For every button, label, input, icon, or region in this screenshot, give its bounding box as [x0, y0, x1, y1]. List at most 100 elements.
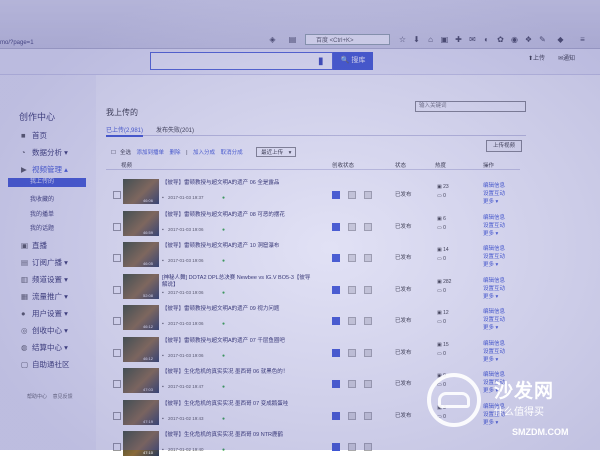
sidebar-item-traffic[interactable]: ▦ 流量推广 ▾ [21, 291, 68, 302]
video-thumbnail[interactable]: 46:05 [123, 242, 159, 267]
revenue-toggle[interactable] [364, 191, 372, 199]
video-title-link[interactable]: 【彼导】雷顿教授与超文明A的遗产 10 洞窟瀑布 [162, 243, 312, 250]
sidebar-item-settlement[interactable]: ◍ 结算中心 ▾ [21, 342, 68, 353]
sidebar-sub-my-uploads[interactable]: 我上传的 [8, 178, 86, 187]
row-checkbox[interactable] [113, 254, 121, 262]
download-icon[interactable]: ⬇ [412, 36, 421, 44]
revenue-toggle[interactable] [348, 222, 356, 231]
video-title-link[interactable]: 【彼导】雷顿教授与超文明A的遗产 08 可恶的摆花 [162, 212, 312, 219]
keyword-filter-input[interactable]: 输入关键词 [415, 101, 526, 112]
interaction-settings-link[interactable]: 设置互动 [483, 284, 505, 292]
revenue-toggle[interactable] [364, 254, 372, 262]
revenue-toggle[interactable] [348, 317, 356, 325]
table-row[interactable]: 47:10 【彼导】生化危机的真实实况 墨西哥 09 NTR鹿鹤 ▪ 2017-01-… [106, 430, 520, 459]
interaction-settings-link[interactable]: 设置互动 [483, 315, 505, 323]
interaction-settings-link[interactable]: 设置互动 [483, 221, 505, 229]
more-menu[interactable]: 更多 ▾ [483, 323, 498, 331]
edit-info-link[interactable]: 编辑信息 [483, 339, 505, 347]
sidebar-item-live[interactable]: ▣ 直播 [21, 240, 47, 251]
revenue-toggle[interactable] [348, 191, 356, 199]
row-checkbox[interactable] [113, 317, 121, 325]
sidebar-item-community[interactable]: ▢ 自助通社区 [21, 359, 70, 370]
edit-info-link[interactable]: 编辑信息 [483, 276, 505, 284]
video-title-link[interactable]: 【彼导】生化危机的真实实况 墨西哥 06 就黑色的！ [162, 369, 312, 376]
edit-info-link[interactable]: 编辑信息 [483, 213, 505, 221]
interaction-settings-link[interactable]: 设置互动 [483, 347, 505, 355]
more-menu[interactable]: 更多 ▾ [483, 355, 498, 363]
row-checkbox[interactable] [113, 191, 121, 199]
search-input[interactable] [150, 52, 333, 70]
video-title-link[interactable]: 【彼导】雷顿教授与超文明A的遗产 07 千层鱼圈吧 [162, 338, 312, 345]
video-title-link[interactable]: 【彼导】生化危机的真实实况 墨西哥 09 NTR鹿鹤 [162, 432, 312, 439]
table-row[interactable]: 46:59 【彼导】雷顿教授与超文明A的遗产 08 可恶的摆花 ▪ 2017-01-0… [106, 210, 520, 239]
table-row[interactable]: 52:08 [神秘人舞] DOTA2 DPL总决赛 Newbee vs IG.V … [106, 273, 520, 302]
row-checkbox[interactable] [113, 222, 121, 231]
revenue-toggle[interactable] [364, 348, 372, 357]
interaction-settings-link[interactable]: 设置互动 [483, 252, 505, 260]
extension-icon[interactable]: ◆ [556, 36, 565, 44]
select-all-label[interactable]: 全选 [120, 150, 131, 156]
video-thumbnail[interactable]: 47:19 [123, 399, 159, 425]
sidebar-sub-topics[interactable]: 我的话题 [30, 223, 54, 232]
select-all-checkbox[interactable]: ☐ [111, 150, 116, 156]
table-row[interactable]: 46:05 【彼导】雷顿教授与超文明A的遗产 10 洞窟瀑布 ▪ 2017-01-03… [106, 241, 520, 270]
more-menu[interactable]: 更多 ▾ [483, 197, 498, 205]
delete-button[interactable]: 删除 [170, 150, 181, 156]
revenue-toggle[interactable] [332, 254, 340, 262]
cancel-category-button[interactable]: 取消分成 [221, 150, 243, 156]
sidebar-item-video-manage[interactable]: ▶ 视频管理 ▴ [21, 164, 68, 175]
extension-icon[interactable]: ❖ [524, 36, 533, 44]
row-checkbox[interactable] [113, 285, 121, 294]
reader-icon[interactable]: ▤ [288, 36, 297, 44]
revenue-toggle[interactable] [364, 380, 372, 388]
extension-icon[interactable]: ✿ [496, 36, 505, 44]
star-icon[interactable]: ☆ [398, 36, 407, 44]
video-title-link[interactable]: 【彼导】雷顿教授与超文明A的遗产 09 视力问题 [162, 306, 312, 313]
table-row[interactable]: 46:12 【彼导】雷顿教授与超文明A的遗产 09 视力问题 ▪ 2017-01-03… [106, 304, 520, 333]
more-menu[interactable]: 更多 ▾ [483, 260, 498, 268]
revenue-toggle[interactable] [332, 348, 340, 357]
video-thumbnail[interactable]: 46:59 [123, 210, 159, 236]
table-row[interactable]: 46:06 【彼导】雷顿教授与超文明A的遗产 06 全是露品 ▪ 2017-01-03… [106, 178, 520, 207]
revenue-toggle[interactable] [364, 222, 372, 231]
notify-link[interactable]: ✉通知 [558, 53, 575, 62]
tab-publish-failed[interactable]: 发布失败(201) [156, 125, 194, 134]
help-link[interactable]: 帮助中心 [27, 394, 47, 400]
revenue-toggle[interactable] [348, 380, 356, 388]
video-title-link[interactable]: 【彼导】雷顿教授与超文明A的遗产 06 全是露品 [162, 180, 312, 187]
upload-video-button[interactable]: 上传视频 [486, 140, 522, 152]
menu-icon[interactable]: ≡ [578, 36, 587, 44]
revenue-toggle[interactable] [332, 380, 340, 388]
row-checkbox[interactable] [113, 348, 121, 357]
revenue-toggle[interactable] [332, 411, 340, 420]
more-menu[interactable]: 更多 ▾ [483, 229, 498, 237]
video-thumbnail[interactable]: 47:10 [123, 431, 159, 456]
revenue-toggle[interactable] [348, 348, 356, 357]
add-playlist-button[interactable]: 添加到播单 [136, 150, 164, 156]
revenue-toggle[interactable] [332, 317, 340, 325]
video-thumbnail[interactable]: 46:12 [123, 305, 159, 330]
shield-icon[interactable]: ◈ [268, 36, 277, 44]
video-thumbnail[interactable]: 46:12 [123, 336, 159, 362]
revenue-toggle[interactable] [348, 411, 356, 420]
extension-icon[interactable]: ✎ [538, 36, 547, 44]
more-menu[interactable]: 更多 ▾ [483, 418, 498, 426]
feedback-link[interactable]: 意见反馈 [53, 394, 73, 400]
video-title-link[interactable]: [神秘人舞] DOTA2 DPL总决赛 Newbee vs IG.V BO5-3… [162, 275, 312, 289]
revenue-toggle[interactable] [332, 285, 340, 294]
sidebar-item-broadcast[interactable]: ▤ 订阅广播 ▾ [21, 257, 68, 268]
video-thumbnail[interactable]: 52:08 [123, 273, 159, 299]
extension-icon[interactable]: ✉ [468, 36, 477, 44]
row-checkbox[interactable] [113, 380, 121, 388]
sidebar-item-home[interactable]: ■ 首页 [21, 130, 47, 141]
sort-select[interactable]: 最近上传 ▾ [256, 147, 297, 157]
search-button[interactable]: 🔍 搜库 [333, 52, 373, 70]
video-thumbnail[interactable]: 47:03 [123, 368, 159, 393]
extension-icon[interactable]: ✚ [454, 36, 463, 44]
edit-info-link[interactable]: 编辑信息 [483, 307, 505, 315]
sidebar-item-analytics[interactable]: ◔ 数据分析 ▾ [21, 147, 68, 158]
revenue-toggle[interactable] [364, 411, 372, 420]
revenue-toggle[interactable] [348, 254, 356, 262]
sidebar-sub-favorites[interactable]: 我收藏的 [30, 194, 54, 203]
bookmark-icon[interactable]: ▣ [440, 36, 449, 44]
